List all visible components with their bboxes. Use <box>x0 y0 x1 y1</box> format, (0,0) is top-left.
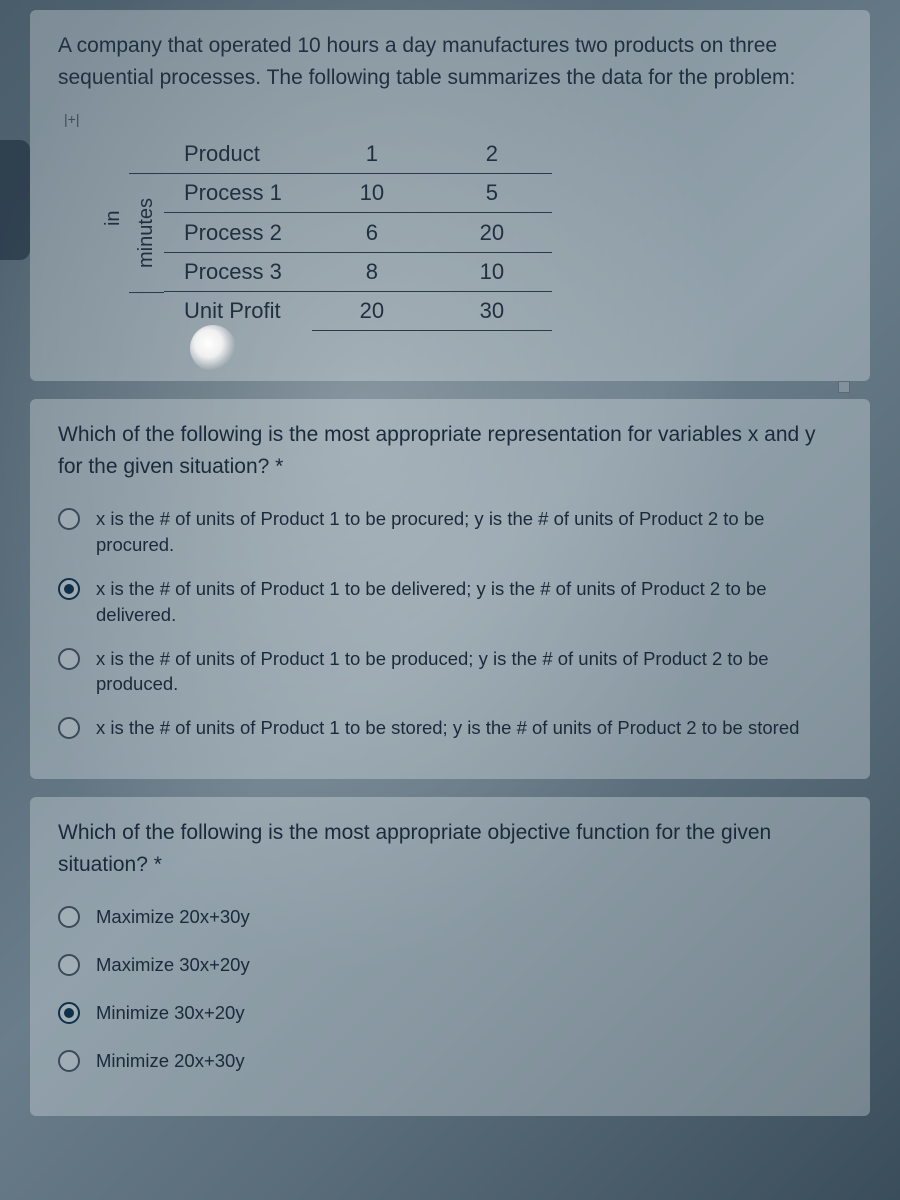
question-2-options: Maximize 20x+30y Maximize 30x+20y Minimi… <box>58 904 842 1074</box>
header-product: Product <box>164 135 312 174</box>
table-row: Process 1 10 5 <box>164 174 552 213</box>
option-text: Minimize 30x+20y <box>96 1000 842 1026</box>
row-val-1: 20 <box>312 291 432 330</box>
camera-flare <box>190 325 236 371</box>
side-label-in: in <box>98 135 129 331</box>
option-text: x is the # of units of Product 1 to be p… <box>96 506 842 558</box>
header-col-1: 1 <box>312 135 432 174</box>
q2-option[interactable]: Minimize 20x+30y <box>58 1048 842 1074</box>
q2-option[interactable]: Maximize 20x+30y <box>58 904 842 930</box>
row-val-1: 10 <box>312 174 432 213</box>
row-val-1: 6 <box>312 213 432 252</box>
radio-icon[interactable] <box>58 508 80 530</box>
problem-intro: A company that operated 10 hours a day m… <box>58 30 842 93</box>
option-text: Maximize 30x+20y <box>96 952 842 978</box>
q1-option[interactable]: x is the # of units of Product 1 to be p… <box>58 506 842 558</box>
option-text: Maximize 20x+30y <box>96 904 842 930</box>
row-val-1: 8 <box>312 252 432 291</box>
radio-icon[interactable] <box>58 717 80 739</box>
radio-icon[interactable] <box>58 648 80 670</box>
table-header-row: Product 1 2 <box>164 135 552 174</box>
zoom-icon[interactable]: |+| <box>58 111 842 127</box>
radio-icon[interactable] <box>58 578 80 600</box>
problem-card: A company that operated 10 hours a day m… <box>30 10 870 381</box>
table-row: Unit Profit 20 30 <box>164 291 552 330</box>
radio-icon[interactable] <box>58 954 80 976</box>
table-row: Process 2 6 20 <box>164 213 552 252</box>
data-table: Product 1 2 Process 1 10 5 Process 2 6 2… <box>164 135 552 331</box>
table-row: Process 3 8 10 <box>164 252 552 291</box>
data-table-wrap: in minutes Product 1 2 Process 1 10 5 Pr… <box>98 135 842 331</box>
radio-icon[interactable] <box>58 1050 80 1072</box>
option-text: x is the # of units of Product 1 to be p… <box>96 646 842 698</box>
row-label: Process 1 <box>164 174 312 213</box>
header-col-2: 2 <box>432 135 552 174</box>
question-2-card: Which of the following is the most appro… <box>30 797 870 1116</box>
q1-option[interactable]: x is the # of units of Product 1 to be p… <box>58 646 842 698</box>
device-edge <box>0 140 30 260</box>
row-val-2: 20 <box>432 213 552 252</box>
option-text: x is the # of units of Product 1 to be s… <box>96 715 842 741</box>
question-1-options: x is the # of units of Product 1 to be p… <box>58 506 842 741</box>
option-text: x is the # of units of Product 1 to be d… <box>96 576 842 628</box>
row-val-2: 10 <box>432 252 552 291</box>
q1-option[interactable]: x is the # of units of Product 1 to be s… <box>58 715 842 741</box>
q2-option[interactable]: Minimize 30x+20y <box>58 1000 842 1026</box>
row-val-2: 30 <box>432 291 552 330</box>
row-label: Process 3 <box>164 252 312 291</box>
radio-icon[interactable] <box>58 1002 80 1024</box>
question-1-card: Which of the following is the most appro… <box>30 399 870 779</box>
radio-icon[interactable] <box>58 906 80 928</box>
option-text: Minimize 20x+30y <box>96 1048 842 1074</box>
row-val-2: 5 <box>432 174 552 213</box>
side-label-minutes: minutes <box>129 173 164 293</box>
row-label: Process 2 <box>164 213 312 252</box>
question-1-text: Which of the following is the most appro… <box>58 419 842 482</box>
slide-end-marker-icon <box>838 381 850 393</box>
q1-option[interactable]: x is the # of units of Product 1 to be d… <box>58 576 842 628</box>
question-2-text: Which of the following is the most appro… <box>58 817 842 880</box>
q2-option[interactable]: Maximize 30x+20y <box>58 952 842 978</box>
row-label: Unit Profit <box>164 291 312 330</box>
